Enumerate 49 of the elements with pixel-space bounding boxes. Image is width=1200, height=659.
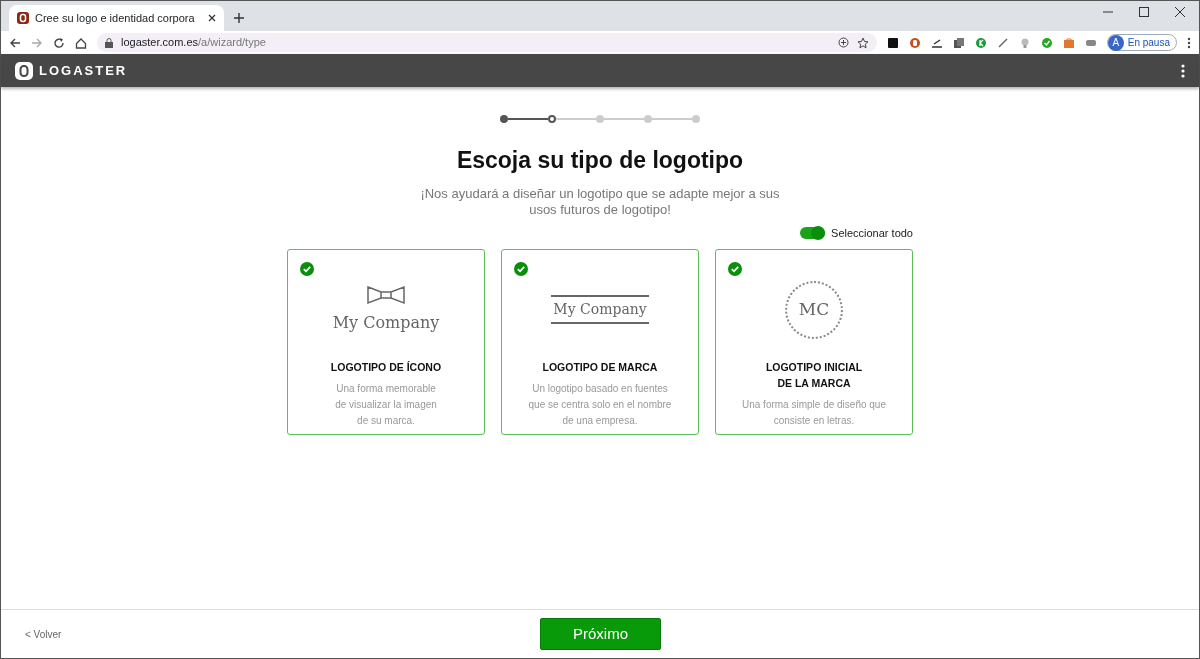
subtitle: ¡Nos ayudará a diseñar un logotipo que se adapte mejor a sus usos futuros de logotipo! xyxy=(420,185,780,218)
card-title: LOGOTIPO INICIAL DE LA MARCA xyxy=(765,360,863,391)
toggle-switch[interactable] xyxy=(800,226,826,239)
logo-type-card[interactable]: My Company LOGOTIPO DE MARCA Un logotipo basado en fuentes que se centra solo en el nombre de una empresa. xyxy=(501,249,699,435)
menu-icon[interactable] xyxy=(1181,63,1185,78)
progress-line xyxy=(604,118,644,120)
extension-icon[interactable] xyxy=(886,36,899,49)
url-text: logaster.com.es/a/wizard/type xyxy=(121,35,266,51)
favicon-icon xyxy=(17,12,29,24)
forward-arrow-icon xyxy=(31,36,43,49)
check-icon xyxy=(300,262,314,276)
logo-preview-text: My Company xyxy=(551,295,649,324)
copy-icon[interactable] xyxy=(952,36,965,49)
back-arrow-icon[interactable] xyxy=(9,36,21,49)
logo-type-card[interactable]: MC LOGOTIPO INICIAL DE LA MARCA Una forma simple de diseño que consiste en letras. xyxy=(715,249,913,435)
more-icon[interactable] xyxy=(1187,36,1191,49)
bow-tie-icon xyxy=(366,284,406,305)
next-button[interactable]: Próximo xyxy=(540,618,661,650)
browser-tab[interactable]: Cree su logo e identidad corpora xyxy=(9,5,224,31)
check-icon xyxy=(514,262,528,276)
logo-text: LOGASTER xyxy=(39,61,128,80)
card-description: Un logotipo basado en fuentes que se centra solo en el nombre de una empresa. xyxy=(528,382,672,428)
card-title: LOGOTIPO DE ÍCONO xyxy=(330,360,442,375)
card-description: Una forma memorable de visualizar la imagen de su marca. xyxy=(335,382,437,428)
page-title: Escoja su tipo de logotipo xyxy=(456,146,744,175)
progress-line xyxy=(652,118,692,120)
home-icon[interactable] xyxy=(75,36,87,49)
lock-icon xyxy=(105,37,113,48)
progress-line xyxy=(508,118,548,120)
zoom-icon[interactable] xyxy=(837,37,849,48)
circle-emblem: MC xyxy=(785,280,843,339)
check-icon xyxy=(728,262,742,276)
bag-icon[interactable] xyxy=(1062,36,1075,49)
reload-icon[interactable] xyxy=(53,36,65,49)
logo-icon xyxy=(15,61,33,80)
card-title: LOGOTIPO DE MARCA xyxy=(542,360,658,375)
new-tab-icon[interactable] xyxy=(234,13,244,23)
check-icon[interactable] xyxy=(1040,36,1053,49)
logo-preview-text: My Company xyxy=(332,311,440,334)
star-icon[interactable] xyxy=(856,36,869,49)
card-description: Una forma simple de diseño que consiste en letras. xyxy=(742,398,886,428)
progress-line xyxy=(556,118,596,120)
back-link[interactable]: < Volver xyxy=(25,626,62,642)
maximize-icon[interactable] xyxy=(1139,7,1149,17)
select-all-label: Seleccionar todo xyxy=(831,225,913,241)
logo-type-card[interactable]: My Company LOGOTIPO DE ÍCONO Una forma memorable de visualizar la imagen de su marca. xyxy=(287,249,485,435)
close-icon[interactable] xyxy=(208,14,216,22)
close-icon[interactable] xyxy=(1175,7,1185,17)
address-bar[interactable]: logaster.com.es/a/wizard/type xyxy=(97,33,877,52)
